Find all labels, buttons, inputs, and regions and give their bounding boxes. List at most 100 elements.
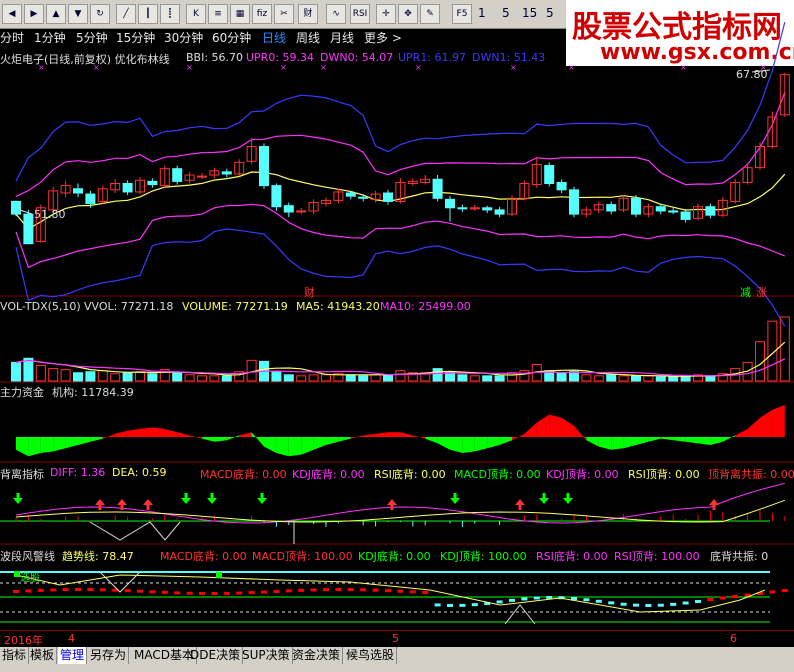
wave-macd-top-label: MACD顶背: 100.00 xyxy=(252,550,353,563)
volume-bar xyxy=(308,374,319,382)
volume-bar xyxy=(779,316,790,382)
div-name: 背离指标 xyxy=(0,468,44,481)
divergence-arrow-up xyxy=(95,499,105,505)
tab-guanli[interactable]: 管理 xyxy=(58,647,88,664)
wave-rsi-bottom-label: RSI底背: 0.00 xyxy=(536,550,608,563)
candle-body xyxy=(556,181,567,191)
event-cai-label: 财 xyxy=(304,286,315,299)
money-area xyxy=(499,437,512,445)
money-area xyxy=(363,433,376,437)
candle-body xyxy=(544,165,555,184)
candle-body xyxy=(73,188,83,194)
volume-bar xyxy=(221,375,232,382)
volume-bar xyxy=(395,370,406,382)
divergence-arrow-down xyxy=(450,498,460,504)
wave-dash xyxy=(186,591,193,595)
tab-houniao[interactable]: 候鸟选股 xyxy=(344,647,398,664)
tab-lingcunwei[interactable]: 另存为 xyxy=(88,647,130,664)
indicator-tab-bar: 指标 模板 管理 另存为 MACD基本 DDE决策 SUP决策 资金决策 候鸟选… xyxy=(0,647,794,664)
volume-bar xyxy=(606,374,617,382)
trend-line xyxy=(15,574,766,613)
status-bar xyxy=(0,664,794,672)
dea-label: DEA: 0.59 xyxy=(112,466,167,479)
divergence-arrow-down xyxy=(13,498,23,504)
money-area xyxy=(462,437,475,453)
money-area xyxy=(549,414,562,437)
wave-dash xyxy=(285,589,292,593)
money-area xyxy=(326,437,339,445)
ma5-label: MA5: 41943.20 xyxy=(296,300,380,313)
volume-bar xyxy=(556,372,567,382)
tab-moban[interactable]: 模板 xyxy=(28,647,58,664)
dwn0-line xyxy=(15,203,786,269)
xuangu-label: 选股 xyxy=(20,573,40,584)
money-area xyxy=(673,437,686,442)
money-area xyxy=(524,422,537,437)
tab-sup[interactable]: SUP决策 xyxy=(240,647,293,664)
wave-dash xyxy=(236,591,243,595)
money-area xyxy=(636,437,649,445)
money-name: 主力资金 xyxy=(0,386,44,399)
money-area xyxy=(164,429,178,437)
volume-bar xyxy=(147,373,158,382)
money-area xyxy=(487,437,500,449)
money-area xyxy=(400,432,413,437)
divergence-arrow-up xyxy=(387,499,397,505)
wave-dash xyxy=(719,596,726,600)
trend-label: 趋势线: 78.47 xyxy=(62,550,134,563)
wave-dash xyxy=(620,602,627,606)
tab-dde[interactable]: DDE决策 xyxy=(188,647,244,664)
volume-bar xyxy=(73,372,83,382)
money-area xyxy=(412,435,426,439)
wave-dash xyxy=(471,603,478,607)
divergence-arrow-up xyxy=(709,499,719,505)
volume-bar xyxy=(345,374,356,382)
money-area xyxy=(115,430,128,437)
wave-dash xyxy=(261,590,267,594)
candle-body xyxy=(569,189,579,215)
wave-kdj-top-label: KDJ顶背: 100.00 xyxy=(440,550,527,563)
wave-dash xyxy=(199,591,205,595)
candle-body xyxy=(680,211,691,220)
money-area xyxy=(127,429,140,437)
wave-dash xyxy=(521,597,528,601)
money-area xyxy=(437,437,450,450)
event-zhang-label: 涨 xyxy=(756,286,767,299)
volume-bar xyxy=(197,375,207,382)
date-month-5: 5 xyxy=(392,632,399,645)
wave-dash xyxy=(459,603,466,607)
candle-body xyxy=(11,200,21,215)
tab-zijin[interactable]: 资金决策 xyxy=(290,647,344,664)
money-area xyxy=(40,437,54,453)
candle-body xyxy=(655,206,666,212)
volume-bar xyxy=(110,373,121,382)
volume-bar xyxy=(296,375,307,382)
wave-dash xyxy=(682,601,689,605)
volume-bar xyxy=(507,372,517,382)
money-area xyxy=(722,435,736,442)
wave-dash xyxy=(409,590,416,594)
candle-body xyxy=(358,196,369,199)
tab-zhibiao[interactable]: 指标 xyxy=(0,647,30,664)
date-year-label: 2016年 xyxy=(4,634,43,647)
volume-bar xyxy=(593,375,604,382)
money-area xyxy=(561,417,574,437)
volume-bar xyxy=(283,374,294,382)
divergence-arrow-down xyxy=(563,498,573,504)
kdj-bottom-label: KDJ底背: 0.00 xyxy=(292,468,365,481)
money-area xyxy=(226,435,240,441)
divergence-arrow-stem xyxy=(184,493,188,498)
top-marker-2: × xyxy=(186,63,193,72)
vvol-label: VVOL: 77271.18 xyxy=(84,300,174,313)
money-area xyxy=(586,437,599,447)
wave-dash xyxy=(434,603,441,607)
money-area xyxy=(685,437,698,444)
volume-bar xyxy=(358,375,369,382)
wave-dash xyxy=(149,590,156,594)
volume-bar xyxy=(97,370,108,382)
volume-label: VOLUME: 77271.19 xyxy=(182,300,288,313)
wave-dash xyxy=(633,603,639,607)
wave-dash xyxy=(310,588,317,592)
money-area xyxy=(251,432,264,447)
wave-dash xyxy=(732,595,739,598)
